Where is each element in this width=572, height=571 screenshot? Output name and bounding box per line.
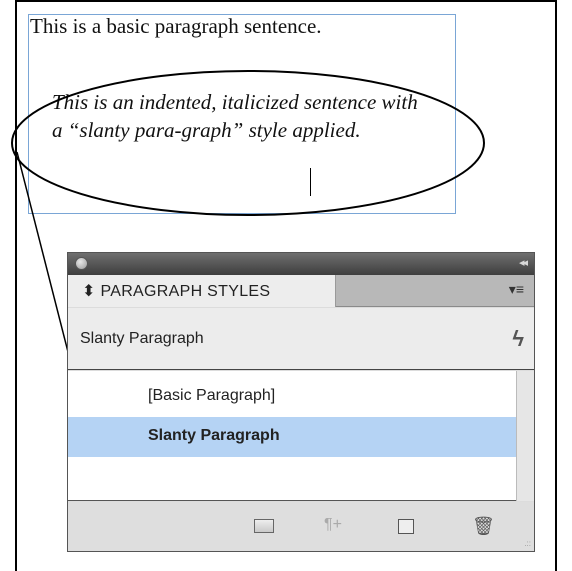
- basic-paragraph-text[interactable]: This is a basic paragraph sentence.: [30, 14, 322, 39]
- page-frame-top: [15, 0, 557, 2]
- tab-label: ⬍ PARAGRAPH STYLES: [82, 283, 271, 300]
- slanty-paragraph-text[interactable]: This is an indented, italicized sentence…: [52, 88, 432, 144]
- clear-overrides-icon[interactable]: [398, 519, 414, 534]
- panel-titlebar[interactable]: ◂◂: [68, 253, 534, 275]
- lightning-icon[interactable]: ϟ: [512, 326, 524, 352]
- close-icon[interactable]: [75, 257, 88, 270]
- current-style-label: Slanty Paragraph: [80, 330, 204, 347]
- style-label: [Basic Paragraph]: [148, 387, 276, 404]
- panel-menu-icon[interactable]: ▾≡: [509, 281, 524, 298]
- paragraph-styles-panel: ◂◂ ⬍ PARAGRAPH STYLES ▾≡ Slanty Paragrap…: [67, 252, 535, 552]
- list-item[interactable]: [Basic Paragraph]: [68, 377, 516, 417]
- style-list: [Basic Paragraph] Slanty Paragraph: [68, 371, 516, 501]
- tab-paragraph-styles[interactable]: ⬍ PARAGRAPH STYLES: [68, 275, 336, 307]
- current-style-row: Slanty Paragraph ϟ: [68, 308, 534, 370]
- page-frame-right: [555, 0, 557, 571]
- scrollbar[interactable]: [516, 371, 534, 501]
- collapse-icon[interactable]: ◂◂: [519, 256, 528, 269]
- resize-grip-icon[interactable]: .::: [524, 539, 531, 548]
- list-item-selected[interactable]: Slanty Paragraph: [68, 417, 516, 457]
- style-label: Slanty Paragraph: [148, 427, 280, 444]
- trash-icon[interactable]: 🗑: [472, 516, 495, 537]
- new-style-icon[interactable]: ¶+: [324, 516, 342, 534]
- text-cursor: [310, 168, 311, 196]
- page-frame-left: [15, 0, 17, 571]
- panel-footer: ¶+ 🗑 .::: [68, 502, 534, 551]
- new-group-folder-icon[interactable]: [254, 519, 274, 533]
- panel-tab-row: ⬍ PARAGRAPH STYLES ▾≡: [68, 275, 534, 307]
